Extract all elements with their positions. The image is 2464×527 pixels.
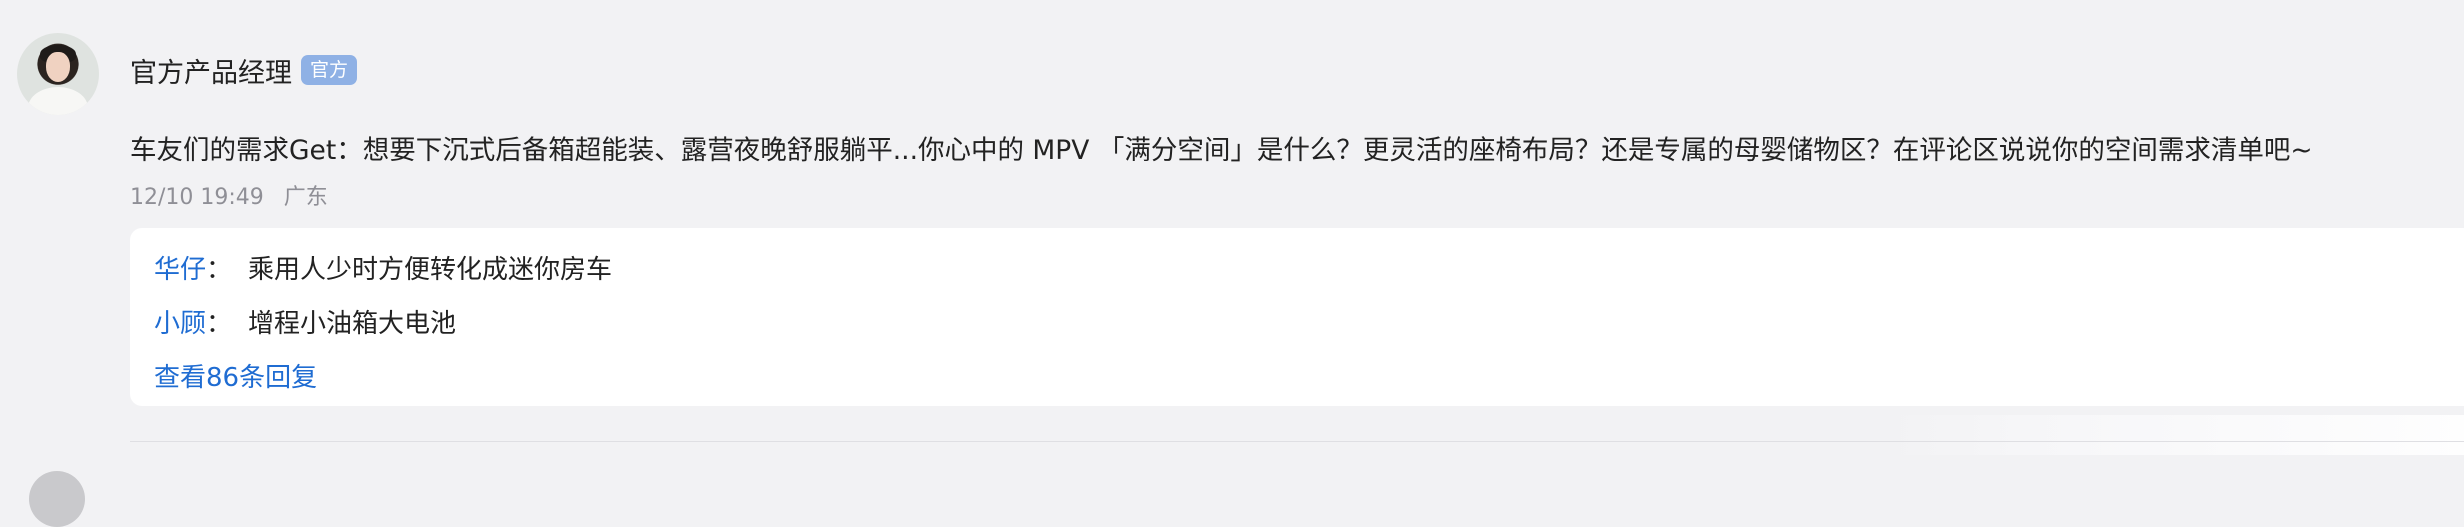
author-name[interactable]: 官方产品经理 <box>130 51 292 90</box>
view-more-replies-link[interactable]: 查看86条回复 <box>154 359 317 397</box>
avatar-face <box>46 52 70 82</box>
reply-user-link[interactable]: 小顾 <box>154 305 206 343</box>
reply-colon: ： <box>206 309 233 339</box>
reply-colon: ： <box>206 255 233 285</box>
comment-text: 车友们的需求Get：想要下沉式后备箱超能装、露营夜晚舒服躺平...你心中的 MP… <box>130 135 2313 166</box>
author-row: 官方产品经理 官方 <box>130 50 358 90</box>
comment-time: 12/10 19:49 <box>130 185 264 210</box>
reply-text: 乘用人少时方便转化成迷你房车 <box>248 255 613 285</box>
official-badge: 官方 <box>301 55 358 85</box>
reply-item: 小顾 ： 增程小油箱大电池 <box>154 305 456 343</box>
reply-item: 华仔 ： 乘用人少时方便转化成迷你房车 <box>154 251 612 289</box>
reply-text: 增程小油箱大电池 <box>248 309 457 339</box>
reply-preview-box: 华仔 ： 乘用人少时方便转化成迷你房车 小顾 ： 增程小油箱大电池 查看86条回… <box>130 228 2464 406</box>
next-comment-avatar[interactable] <box>29 471 85 527</box>
author-avatar[interactable] <box>17 33 99 115</box>
avatar-shirt <box>28 87 88 115</box>
comment-meta: 12/10 19:49 广东 <box>130 182 328 214</box>
comment-divider <box>130 441 2464 442</box>
comment-location: 广东 <box>283 185 328 210</box>
comment-card: 官方产品经理 官方 车友们的需求Get：想要下沉式后备箱超能装、露营夜晚舒服躺平… <box>0 0 2464 527</box>
reply-user-link[interactable]: 华仔 <box>154 251 206 289</box>
reply-input-shadow[interactable] <box>1882 415 2464 455</box>
